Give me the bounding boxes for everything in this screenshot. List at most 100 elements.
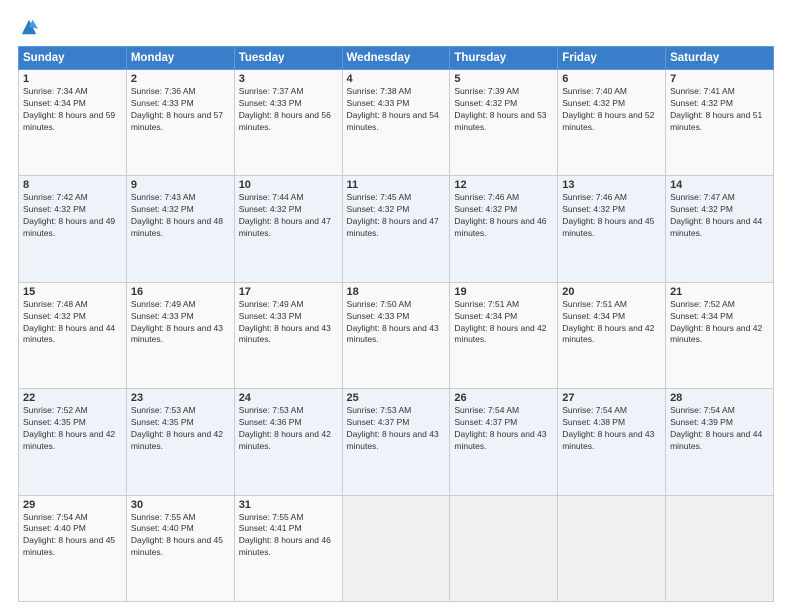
calendar-week-row: 29Sunrise: 7:54 AMSunset: 4:40 PMDayligh… [19, 495, 774, 601]
calendar-cell: 8Sunrise: 7:42 AMSunset: 4:32 PMDaylight… [19, 176, 127, 282]
day-number: 3 [239, 73, 338, 85]
calendar-cell: 16Sunrise: 7:49 AMSunset: 4:33 PMDayligh… [126, 282, 234, 388]
day-info: Sunrise: 7:54 AMSunset: 4:38 PMDaylight:… [562, 405, 661, 453]
day-number: 14 [670, 179, 769, 191]
day-info: Sunrise: 7:51 AMSunset: 4:34 PMDaylight:… [562, 299, 661, 347]
logo [18, 18, 38, 36]
day-info: Sunrise: 7:48 AMSunset: 4:32 PMDaylight:… [23, 299, 122, 347]
day-number: 9 [131, 179, 230, 191]
day-info: Sunrise: 7:53 AMSunset: 4:35 PMDaylight:… [131, 405, 230, 453]
day-info: Sunrise: 7:49 AMSunset: 4:33 PMDaylight:… [239, 299, 338, 347]
day-number: 19 [454, 286, 553, 298]
day-info: Sunrise: 7:54 AMSunset: 4:40 PMDaylight:… [23, 512, 122, 560]
page: SundayMondayTuesdayWednesdayThursdayFrid… [0, 0, 792, 612]
day-number: 31 [239, 499, 338, 511]
calendar-cell: 26Sunrise: 7:54 AMSunset: 4:37 PMDayligh… [450, 389, 558, 495]
calendar-cell [558, 495, 666, 601]
calendar-cell: 18Sunrise: 7:50 AMSunset: 4:33 PMDayligh… [342, 282, 450, 388]
day-number: 13 [562, 179, 661, 191]
day-info: Sunrise: 7:38 AMSunset: 4:33 PMDaylight:… [347, 86, 446, 134]
calendar-cell: 29Sunrise: 7:54 AMSunset: 4:40 PMDayligh… [19, 495, 127, 601]
calendar-week-row: 1Sunrise: 7:34 AMSunset: 4:34 PMDaylight… [19, 70, 774, 176]
day-number: 6 [562, 73, 661, 85]
header-cell: Monday [126, 47, 234, 70]
day-info: Sunrise: 7:46 AMSunset: 4:32 PMDaylight:… [562, 192, 661, 240]
day-number: 7 [670, 73, 769, 85]
day-number: 28 [670, 392, 769, 404]
day-info: Sunrise: 7:50 AMSunset: 4:33 PMDaylight:… [347, 299, 446, 347]
day-number: 25 [347, 392, 446, 404]
day-number: 21 [670, 286, 769, 298]
calendar-week-row: 22Sunrise: 7:52 AMSunset: 4:35 PMDayligh… [19, 389, 774, 495]
calendar-cell [450, 495, 558, 601]
day-info: Sunrise: 7:52 AMSunset: 4:35 PMDaylight:… [23, 405, 122, 453]
day-number: 16 [131, 286, 230, 298]
calendar-cell: 1Sunrise: 7:34 AMSunset: 4:34 PMDaylight… [19, 70, 127, 176]
day-info: Sunrise: 7:53 AMSunset: 4:37 PMDaylight:… [347, 405, 446, 453]
day-info: Sunrise: 7:39 AMSunset: 4:32 PMDaylight:… [454, 86, 553, 134]
calendar-cell: 3Sunrise: 7:37 AMSunset: 4:33 PMDaylight… [234, 70, 342, 176]
calendar-cell [342, 495, 450, 601]
calendar-cell: 23Sunrise: 7:53 AMSunset: 4:35 PMDayligh… [126, 389, 234, 495]
calendar-cell: 12Sunrise: 7:46 AMSunset: 4:32 PMDayligh… [450, 176, 558, 282]
day-info: Sunrise: 7:37 AMSunset: 4:33 PMDaylight:… [239, 86, 338, 134]
day-info: Sunrise: 7:47 AMSunset: 4:32 PMDaylight:… [670, 192, 769, 240]
calendar-cell: 7Sunrise: 7:41 AMSunset: 4:32 PMDaylight… [666, 70, 774, 176]
day-number: 27 [562, 392, 661, 404]
calendar-cell: 20Sunrise: 7:51 AMSunset: 4:34 PMDayligh… [558, 282, 666, 388]
day-info: Sunrise: 7:53 AMSunset: 4:36 PMDaylight:… [239, 405, 338, 453]
day-info: Sunrise: 7:49 AMSunset: 4:33 PMDaylight:… [131, 299, 230, 347]
day-info: Sunrise: 7:55 AMSunset: 4:40 PMDaylight:… [131, 512, 230, 560]
calendar-cell: 31Sunrise: 7:55 AMSunset: 4:41 PMDayligh… [234, 495, 342, 601]
calendar-cell: 11Sunrise: 7:45 AMSunset: 4:32 PMDayligh… [342, 176, 450, 282]
day-info: Sunrise: 7:54 AMSunset: 4:39 PMDaylight:… [670, 405, 769, 453]
header-cell: Tuesday [234, 47, 342, 70]
header-cell: Friday [558, 47, 666, 70]
header-cell: Sunday [19, 47, 127, 70]
header-row: SundayMondayTuesdayWednesdayThursdayFrid… [19, 47, 774, 70]
calendar-cell: 5Sunrise: 7:39 AMSunset: 4:32 PMDaylight… [450, 70, 558, 176]
calendar-cell: 6Sunrise: 7:40 AMSunset: 4:32 PMDaylight… [558, 70, 666, 176]
day-info: Sunrise: 7:44 AMSunset: 4:32 PMDaylight:… [239, 192, 338, 240]
day-number: 26 [454, 392, 553, 404]
day-number: 22 [23, 392, 122, 404]
calendar-cell: 9Sunrise: 7:43 AMSunset: 4:32 PMDaylight… [126, 176, 234, 282]
day-info: Sunrise: 7:46 AMSunset: 4:32 PMDaylight:… [454, 192, 553, 240]
day-number: 5 [454, 73, 553, 85]
calendar-cell: 25Sunrise: 7:53 AMSunset: 4:37 PMDayligh… [342, 389, 450, 495]
calendar-cell: 27Sunrise: 7:54 AMSunset: 4:38 PMDayligh… [558, 389, 666, 495]
day-info: Sunrise: 7:34 AMSunset: 4:34 PMDaylight:… [23, 86, 122, 134]
day-number: 29 [23, 499, 122, 511]
day-number: 18 [347, 286, 446, 298]
calendar-cell: 14Sunrise: 7:47 AMSunset: 4:32 PMDayligh… [666, 176, 774, 282]
day-number: 17 [239, 286, 338, 298]
day-number: 1 [23, 73, 122, 85]
calendar-cell: 21Sunrise: 7:52 AMSunset: 4:34 PMDayligh… [666, 282, 774, 388]
calendar-cell: 30Sunrise: 7:55 AMSunset: 4:40 PMDayligh… [126, 495, 234, 601]
calendar-cell: 22Sunrise: 7:52 AMSunset: 4:35 PMDayligh… [19, 389, 127, 495]
calendar-cell: 13Sunrise: 7:46 AMSunset: 4:32 PMDayligh… [558, 176, 666, 282]
calendar-cell: 4Sunrise: 7:38 AMSunset: 4:33 PMDaylight… [342, 70, 450, 176]
calendar-cell: 19Sunrise: 7:51 AMSunset: 4:34 PMDayligh… [450, 282, 558, 388]
day-info: Sunrise: 7:55 AMSunset: 4:41 PMDaylight:… [239, 512, 338, 560]
calendar-week-row: 8Sunrise: 7:42 AMSunset: 4:32 PMDaylight… [19, 176, 774, 282]
header-cell: Saturday [666, 47, 774, 70]
day-number: 12 [454, 179, 553, 191]
day-number: 30 [131, 499, 230, 511]
header-cell: Wednesday [342, 47, 450, 70]
day-info: Sunrise: 7:54 AMSunset: 4:37 PMDaylight:… [454, 405, 553, 453]
header-cell: Thursday [450, 47, 558, 70]
day-number: 11 [347, 179, 446, 191]
day-info: Sunrise: 7:45 AMSunset: 4:32 PMDaylight:… [347, 192, 446, 240]
calendar-cell: 17Sunrise: 7:49 AMSunset: 4:33 PMDayligh… [234, 282, 342, 388]
calendar-week-row: 15Sunrise: 7:48 AMSunset: 4:32 PMDayligh… [19, 282, 774, 388]
day-number: 15 [23, 286, 122, 298]
day-number: 20 [562, 286, 661, 298]
day-number: 23 [131, 392, 230, 404]
day-info: Sunrise: 7:41 AMSunset: 4:32 PMDaylight:… [670, 86, 769, 134]
day-info: Sunrise: 7:43 AMSunset: 4:32 PMDaylight:… [131, 192, 230, 240]
header [18, 18, 774, 36]
day-info: Sunrise: 7:51 AMSunset: 4:34 PMDaylight:… [454, 299, 553, 347]
day-number: 8 [23, 179, 122, 191]
calendar-cell: 24Sunrise: 7:53 AMSunset: 4:36 PMDayligh… [234, 389, 342, 495]
